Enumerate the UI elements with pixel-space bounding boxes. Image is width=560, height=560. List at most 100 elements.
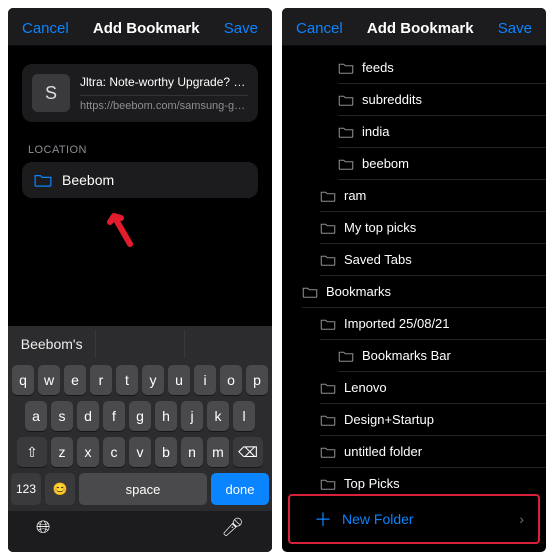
- folder-icon: [34, 173, 52, 187]
- cancel-button[interactable]: Cancel: [22, 20, 69, 37]
- prediction-bar[interactable]: Beebom's: [8, 326, 272, 362]
- folder-row[interactable]: ram: [320, 180, 546, 212]
- globe-icon[interactable]: 🌐︎: [36, 517, 50, 538]
- done-key[interactable]: done: [211, 473, 269, 505]
- key-g[interactable]: g: [129, 401, 151, 431]
- new-folder-label: New Folder: [342, 511, 414, 527]
- folder-name: india: [362, 124, 389, 139]
- folder-icon: [320, 414, 336, 426]
- key-u[interactable]: u: [168, 365, 190, 395]
- folder-icon: [320, 190, 336, 202]
- folder-row[interactable]: untitled folder: [320, 436, 546, 468]
- key-x[interactable]: x: [77, 437, 99, 467]
- key-f[interactable]: f: [103, 401, 125, 431]
- key-⌫[interactable]: ⌫: [233, 437, 263, 467]
- key-k[interactable]: k: [207, 401, 229, 431]
- bookmark-url-field[interactable]: https://beebom.com/samsung-galaxy-s...: [80, 100, 248, 112]
- folder-name: Imported 25/08/21: [344, 316, 450, 331]
- folder-row[interactable]: My top picks: [320, 212, 546, 244]
- location-folder-name: Beebom: [62, 172, 114, 188]
- location-label: LOCATION: [28, 144, 252, 156]
- key-⇧[interactable]: ⇧: [17, 437, 47, 467]
- folder-name: Lenovo: [344, 380, 387, 395]
- favicon: S: [32, 74, 70, 112]
- emoji-key[interactable]: 😊: [45, 473, 75, 505]
- key-v[interactable]: v: [129, 437, 151, 467]
- folder-row[interactable]: Imported 25/08/21: [320, 308, 546, 340]
- save-button[interactable]: Save: [224, 20, 258, 37]
- folder-icon: [320, 222, 336, 234]
- folder-name: Bookmarks Bar: [362, 348, 451, 363]
- key-a[interactable]: a: [25, 401, 47, 431]
- key-l[interactable]: l: [233, 401, 255, 431]
- folder-name: Saved Tabs: [344, 252, 412, 267]
- key-y[interactable]: y: [142, 365, 164, 395]
- key-s[interactable]: s: [51, 401, 73, 431]
- folder-row[interactable]: Design+Startup: [320, 404, 546, 436]
- key-n[interactable]: n: [181, 437, 203, 467]
- folder-row[interactable]: feeds: [338, 52, 546, 84]
- key-z[interactable]: z: [51, 437, 73, 467]
- key-w[interactable]: w: [38, 365, 60, 395]
- folder-icon: [302, 286, 318, 298]
- folder-row[interactable]: Lenovo: [320, 372, 546, 404]
- folder-icon: [338, 126, 354, 138]
- key-e[interactable]: e: [64, 365, 86, 395]
- chevron-right-icon: ›: [519, 511, 524, 527]
- folder-row[interactable]: Saved Tabs: [320, 244, 546, 276]
- navbar: Cancel Add Bookmark Save: [282, 8, 546, 46]
- key-i[interactable]: i: [194, 365, 216, 395]
- folder-name: feeds: [362, 60, 394, 75]
- key-q[interactable]: q: [12, 365, 34, 395]
- prediction-suggestion[interactable]: Beebom's: [8, 330, 96, 358]
- folder-name: Top Picks: [344, 476, 400, 490]
- folder-tree[interactable]: feeds subreddits india beebom ram My top pick…: [282, 46, 546, 490]
- folder-name: Design+Startup: [344, 412, 434, 427]
- key-t[interactable]: t: [116, 365, 138, 395]
- folder-icon: [320, 254, 336, 266]
- key-c[interactable]: c: [103, 437, 125, 467]
- mic-icon[interactable]: 🎤︎: [221, 517, 244, 538]
- key-b[interactable]: b: [155, 437, 177, 467]
- key-m[interactable]: m: [207, 437, 229, 467]
- space-key[interactable]: space: [79, 473, 207, 505]
- page-title: Add Bookmark: [367, 20, 474, 37]
- folder-icon: [320, 446, 336, 458]
- screen-add-bookmark: Cancel Add Bookmark Save S Jltra: Note-w…: [8, 8, 272, 552]
- folder-row[interactable]: subreddits: [338, 84, 546, 116]
- key-r[interactable]: r: [90, 365, 112, 395]
- keyboard-toolbar: 🌐︎ 🎤︎: [8, 511, 272, 552]
- folder-name: subreddits: [362, 92, 422, 107]
- key-o[interactable]: o: [220, 365, 242, 395]
- key-d[interactable]: d: [77, 401, 99, 431]
- folder-name: untitled folder: [344, 444, 422, 459]
- key-h[interactable]: h: [155, 401, 177, 431]
- numbers-key[interactable]: 123: [11, 473, 41, 505]
- new-folder-row[interactable]: ＋ New Folder ›: [288, 494, 540, 544]
- folder-name: beebom: [362, 156, 409, 171]
- location-row[interactable]: Beebom: [22, 162, 258, 198]
- folder-row[interactable]: Top Picks: [320, 468, 546, 490]
- bookmark-title-field[interactable]: Jltra: Note-worthy Upgrade? | Beebom: [80, 75, 248, 96]
- folder-row[interactable]: Bookmarks Bar: [338, 340, 546, 372]
- key-p[interactable]: p: [246, 365, 268, 395]
- screen-folder-picker: Cancel Add Bookmark Save feeds subreddits…: [282, 8, 546, 552]
- page-title: Add Bookmark: [93, 20, 200, 37]
- save-button[interactable]: Save: [498, 20, 532, 37]
- folder-name: Bookmarks: [326, 284, 391, 299]
- callout-arrow: [100, 204, 144, 253]
- folder-icon: [338, 94, 354, 106]
- folder-row[interactable]: beebom: [338, 148, 546, 180]
- keyboard[interactable]: Beebom's qwertyuiop asdfghjkl ⇧zxcvbnm⌫ …: [8, 326, 272, 552]
- folder-icon: [320, 382, 336, 394]
- key-j[interactable]: j: [181, 401, 203, 431]
- navbar: Cancel Add Bookmark Save: [8, 8, 272, 46]
- bookmark-card: S Jltra: Note-worthy Upgrade? | Beebom h…: [22, 64, 258, 122]
- folder-icon: [320, 318, 336, 330]
- folder-icon: [320, 478, 336, 490]
- folder-name: My top picks: [344, 220, 416, 235]
- folder-icon: [338, 62, 354, 74]
- folder-row[interactable]: Bookmarks: [302, 276, 546, 308]
- folder-row[interactable]: india: [338, 116, 546, 148]
- cancel-button[interactable]: Cancel: [296, 20, 343, 37]
